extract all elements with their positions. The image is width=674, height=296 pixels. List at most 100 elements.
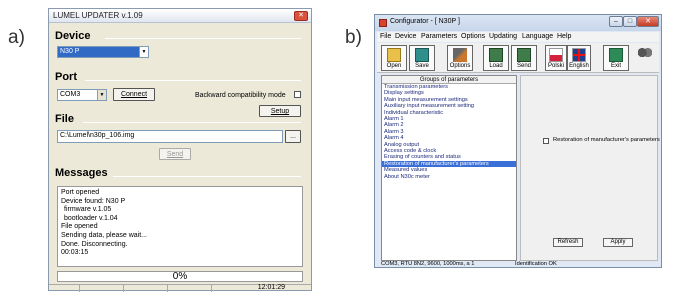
exit-button[interactable]: Exit [603,45,629,71]
device-select-value: N30 P [60,48,80,55]
parameters-pane: Restoration of manufacturer's parameters… [520,75,660,261]
backward-compat-checkbox[interactable] [294,91,301,98]
close-button[interactable]: ✕ [637,16,659,27]
poland-flag-icon [549,48,563,62]
polski-label: Polski [547,63,564,69]
save-label: Save [415,63,429,69]
send-label: Send [516,63,531,69]
status-identification: Identification OK [515,261,557,267]
message-line: firmware v.1.05 [64,206,112,214]
device-divider [105,38,301,39]
load-label: Load [489,63,503,69]
port-heading: Port [55,71,77,83]
send-device-icon [517,48,531,62]
users-button[interactable] [633,45,659,71]
menu-parameters[interactable]: Parameters [421,33,457,40]
save-button[interactable]: Save [409,45,435,71]
panel-label-a: a) [8,27,25,48]
groups-header: Groups of parameters [382,76,516,84]
menu-device[interactable]: Device [395,33,416,40]
restore-checkbox[interactable] [543,138,549,144]
groups-list[interactable]: Groups of parameters Transmission parame… [381,75,517,261]
maximize-button[interactable]: □ [623,16,637,27]
port-select-value: COM3 [60,91,81,98]
folder-icon [387,48,401,62]
messages-divider [113,176,301,177]
menu-help[interactable]: Help [557,33,571,40]
open-label: Open [386,63,402,69]
options-button[interactable]: Options [447,45,473,71]
close-icon: ✕ [645,18,651,25]
options-label: Options [449,63,471,69]
setup-button[interactable]: Setup [259,105,301,117]
status-cell [167,285,168,292]
load-button[interactable]: Load [483,45,509,71]
group-item[interactable]: About N30c meter [382,174,516,180]
file-heading: File [55,113,74,125]
wrench-icon [453,48,467,62]
polski-button[interactable]: Polski [545,45,567,71]
english-label: English [569,63,589,69]
status-time: 12:01:29 [257,284,285,291]
restore-checkbox-label: Restoration of manufacturer's parameters [553,137,660,143]
close-button[interactable]: ✕ [294,11,308,21]
port-divider [85,80,301,81]
exit-door-icon [609,48,623,62]
backward-compat-label: Backward compatibility mode [195,92,286,99]
close-icon: ✕ [298,12,304,19]
configurator-window: Configurator - [ N30P ] – □ ✕ File Devic… [374,14,662,268]
minimize-button[interactable]: – [609,16,623,27]
file-path-value: C:\Lumel\n30p_106.img [60,132,135,139]
chevron-down-icon[interactable]: ▼ [139,47,148,57]
messages-heading: Messages [55,167,108,179]
send-button[interactable]: Send [511,45,537,71]
file-path-field[interactable]: C:\Lumel\n30p_106.img [57,130,283,143]
connect-button[interactable]: Connect [113,88,155,101]
messages-log[interactable]: Port opened Device found: N30 P firmware… [57,186,303,267]
menu-updating[interactable]: Updating [489,33,517,40]
users-icon [638,47,652,61]
configurator-titlebar[interactable]: Configurator - [ N30P ] – □ ✕ [375,15,661,31]
port-select[interactable]: COM3 ▼ [57,89,107,101]
updater-titlebar[interactable]: LUMEL UPDATER v.1.09 ✕ [49,9,311,23]
updater-statusbar: 12:01:29 [49,284,311,292]
open-button[interactable]: Open [381,45,407,71]
exit-label: Exit [610,63,621,69]
progress-text: 0% [172,271,188,282]
send-button[interactable]: Send [159,148,191,160]
progress-bar: 0% [57,271,303,282]
menu-language[interactable]: Language [522,33,553,40]
message-line: Device found: N30 P [61,197,126,205]
minimize-icon: – [614,18,618,25]
app-icon [379,19,387,27]
updater-title: LUMEL UPDATER v.1.09 [53,11,143,20]
device-select[interactable]: N30 P ▼ [57,46,149,58]
apply-button[interactable]: Apply [603,238,633,247]
uk-flag-icon [572,48,586,62]
updater-window: LUMEL UPDATER v.1.09 ✕ Device N30 P ▼ Po… [48,8,312,292]
toolbar: Open Save Options Load Send Polski Engli… [377,43,659,73]
status-cell [123,285,124,292]
message-line: bootloader v.1.04 [64,214,118,222]
configurator-statusbar: COM3, RTU 8N2, 9600, 1000ms, a 1 Identif… [377,261,659,268]
panel-label-b: b) [345,27,362,48]
status-connection: COM3, RTU 8N2, 9600, 1000ms, a 1 [381,261,475,267]
message-line: Done. Disconnecting. [61,240,128,248]
refresh-button[interactable]: Refresh [553,238,583,247]
device-heading: Device [55,30,91,42]
maximize-icon: □ [627,18,633,25]
browse-button[interactable]: ... [285,130,301,143]
floppy-icon [415,48,429,62]
load-device-icon [489,48,503,62]
menu-options[interactable]: Options [461,33,485,40]
configurator-title: Configurator - [ N30P ] [390,18,460,25]
message-line: Port opened [61,189,100,196]
file-divider [83,122,301,123]
menu-file[interactable]: File [380,33,391,40]
english-button[interactable]: English [567,45,591,71]
message-line: File opened [61,223,98,231]
status-cell [211,285,212,292]
message-line: Sending data, please wait... [61,231,148,239]
message-line: 00:03:15 [61,249,89,257]
chevron-down-icon[interactable]: ▼ [97,90,106,100]
